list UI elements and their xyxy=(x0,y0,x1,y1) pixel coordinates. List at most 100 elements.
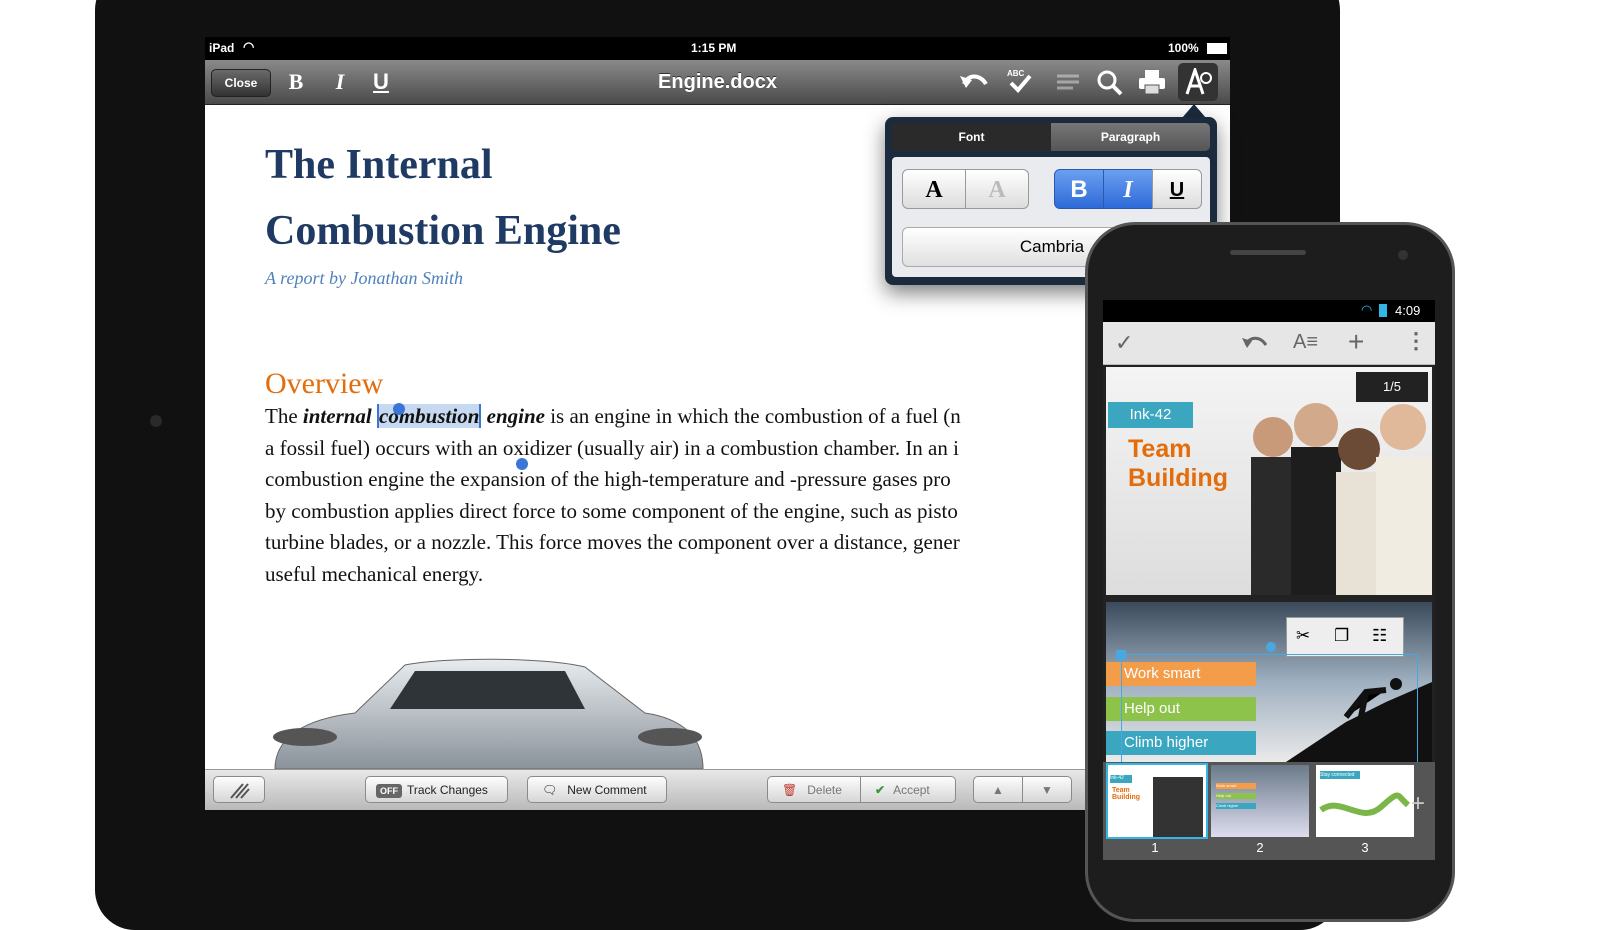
triangle-down-icon: ▼ xyxy=(1041,783,1053,797)
ios-status-bar: iPad ◠ 1:15 PM 100% xyxy=(205,37,1230,60)
pen-icon xyxy=(230,783,250,799)
paragraph-line-5: turbine blades, or a nozzle. This force … xyxy=(265,530,960,555)
text-format-icon[interactable]: A≡ xyxy=(1293,331,1318,354)
thumb-title-line-2: Building xyxy=(1112,794,1140,801)
paragraph-line-6: useful mechanical energy. xyxy=(265,561,484,586)
undo-icon[interactable] xyxy=(1241,332,1269,357)
italic-toggle[interactable]: I xyxy=(1103,169,1153,209)
thumb-road-graphic xyxy=(1319,792,1411,816)
tab-paragraph[interactable]: Paragraph xyxy=(1051,123,1210,151)
popover-tabs: Font Paragraph xyxy=(892,123,1210,151)
spellcheck-icon[interactable]: ABC xyxy=(1005,68,1035,96)
delete-button[interactable]: 🗑 Delete xyxy=(767,776,861,803)
search-icon[interactable] xyxy=(1095,68,1125,96)
battery-icon xyxy=(1379,304,1387,317)
slide-editing[interactable]: ✂ ❐ ☷ Work smart Help out Climb higher xyxy=(1106,602,1432,762)
undo-icon[interactable] xyxy=(957,68,991,96)
wifi-icon: ◠ xyxy=(1361,302,1373,317)
paragraph-line-3: combustion engine the expansion of the h… xyxy=(265,467,951,492)
trash-icon: 🗑 xyxy=(782,783,798,797)
wifi-icon: ◠ xyxy=(243,39,255,54)
slide-main[interactable]: 1/5 Ink-42 Team Building xyxy=(1106,367,1432,595)
add-slide-icon[interactable]: + xyxy=(1411,790,1425,818)
highlight-button[interactable]: A xyxy=(965,169,1029,209)
selection-end-handle[interactable] xyxy=(516,458,528,470)
text-format-icon[interactable] xyxy=(1178,63,1218,101)
close-button[interactable]: Close xyxy=(211,69,271,97)
tab-font[interactable]: Font xyxy=(892,123,1051,151)
phone-status-time: 4:09 xyxy=(1395,303,1421,318)
text-run-bold-italic: internal xyxy=(302,404,372,428)
slide-title-line-1: Team xyxy=(1128,435,1192,463)
slide-tag: Ink-42 xyxy=(1108,402,1193,428)
thumbnail-number-1: 1 xyxy=(1151,840,1159,855)
previous-change-button[interactable]: ▲ xyxy=(973,776,1023,803)
text-run: The xyxy=(265,404,303,428)
new-comment-label: New Comment xyxy=(567,783,647,797)
resize-handle[interactable] xyxy=(1116,650,1126,660)
overflow-menu-icon[interactable]: ⋮ xyxy=(1405,328,1427,354)
track-changes-label: Track Changes xyxy=(407,783,488,797)
underline-button[interactable]: U xyxy=(368,68,394,96)
next-change-button[interactable]: ▼ xyxy=(1022,776,1072,803)
thumb-title: Team Building xyxy=(1112,787,1140,801)
thumbnail-number-2: 2 xyxy=(1256,840,1264,855)
bold-toggle[interactable]: B xyxy=(1054,169,1104,209)
thumbnail-3[interactable]: Stay connected xyxy=(1316,765,1414,837)
selection-box[interactable] xyxy=(1121,654,1418,762)
text-run: is an engine in which the combustion of … xyxy=(544,404,961,428)
off-badge: OFF xyxy=(376,783,402,798)
editor-toolbar: Engine.docx Close B I U ABC xyxy=(205,60,1230,105)
selection-start-handle[interactable] xyxy=(393,403,405,415)
thumbnail-2[interactable]: Work smart Help out Climb higher xyxy=(1211,765,1309,837)
paste-icon[interactable]: ☷ xyxy=(1372,626,1387,646)
text-run-bold-italic: engine xyxy=(486,404,545,428)
phone-screen: ◠ 4:09 ✓ A≡ + ⋮ 1/5 Ink-42 Team Building xyxy=(1103,300,1435,860)
paragraph-line-2: a fossil fuel) occurs with an oxidizer (… xyxy=(265,435,959,460)
add-icon[interactable]: + xyxy=(1348,326,1364,358)
camera-dot xyxy=(150,415,162,427)
thumb-bar-1: Work smart xyxy=(1216,783,1256,789)
bold-button[interactable]: B xyxy=(283,68,309,96)
slide-thumbnails: Ink-42 Team Building Work smart Help out… xyxy=(1103,762,1435,860)
page-indicator: 1/5 xyxy=(1356,372,1428,402)
clipboard-toolbar: ✂ ❐ ☷ xyxy=(1286,617,1404,657)
slide-title: Team Building xyxy=(1128,435,1228,493)
slide-title-line-2: Building xyxy=(1128,464,1228,492)
track-list-icon[interactable] xyxy=(1053,68,1083,96)
android-status-bar: ◠ 4:09 xyxy=(1103,300,1435,322)
front-camera xyxy=(1398,250,1408,260)
earpiece xyxy=(1230,250,1306,255)
popover-arrow xyxy=(1182,104,1206,118)
thumb-photo xyxy=(1153,777,1203,837)
thumb-bar-3: Climb higher xyxy=(1216,803,1256,809)
team-photo xyxy=(1231,387,1432,595)
done-check-icon[interactable]: ✓ xyxy=(1115,330,1133,356)
comment-icon: 🗨 xyxy=(542,783,558,797)
underline-toggle[interactable]: U xyxy=(1152,169,1202,209)
new-comment-button[interactable]: 🗨 New Comment xyxy=(527,776,667,803)
thumbnail-1[interactable]: Ink-42 Team Building xyxy=(1106,763,1208,839)
print-icon[interactable] xyxy=(1137,68,1167,96)
copy-icon[interactable]: ❐ xyxy=(1334,626,1349,646)
cut-icon[interactable]: ✂ xyxy=(1296,626,1310,646)
paragraph-line-4: by combustion applies direct force to so… xyxy=(265,498,958,523)
track-changes-toggle[interactable]: OFF Track Changes xyxy=(365,776,508,803)
rotate-handle[interactable] xyxy=(1266,642,1276,652)
status-time: 1:15 PM xyxy=(691,41,737,55)
accept-button[interactable]: ✔ Accept xyxy=(860,776,956,803)
font-color-button[interactable]: A xyxy=(902,169,966,209)
car-image xyxy=(265,657,705,770)
battery-percent: 100% xyxy=(1168,41,1199,55)
review-toolbar: OFF Track Changes 🗨 New Comment 🗑 Delete ✔ A… xyxy=(205,769,1230,810)
pen-tool-button[interactable] xyxy=(213,776,265,803)
device-label: iPad xyxy=(209,41,235,55)
thumb-tag: Ink-42 xyxy=(1110,775,1132,783)
italic-button[interactable]: I xyxy=(327,68,353,96)
delete-label: Delete xyxy=(807,783,842,797)
section-heading: Overview xyxy=(265,367,384,400)
spellcheck-label: ABC xyxy=(1007,69,1025,78)
triangle-up-icon: ▲ xyxy=(992,783,1004,797)
thumb-title-line-1: Team xyxy=(1112,787,1130,794)
checkmark-icon: ✔ xyxy=(875,783,886,797)
